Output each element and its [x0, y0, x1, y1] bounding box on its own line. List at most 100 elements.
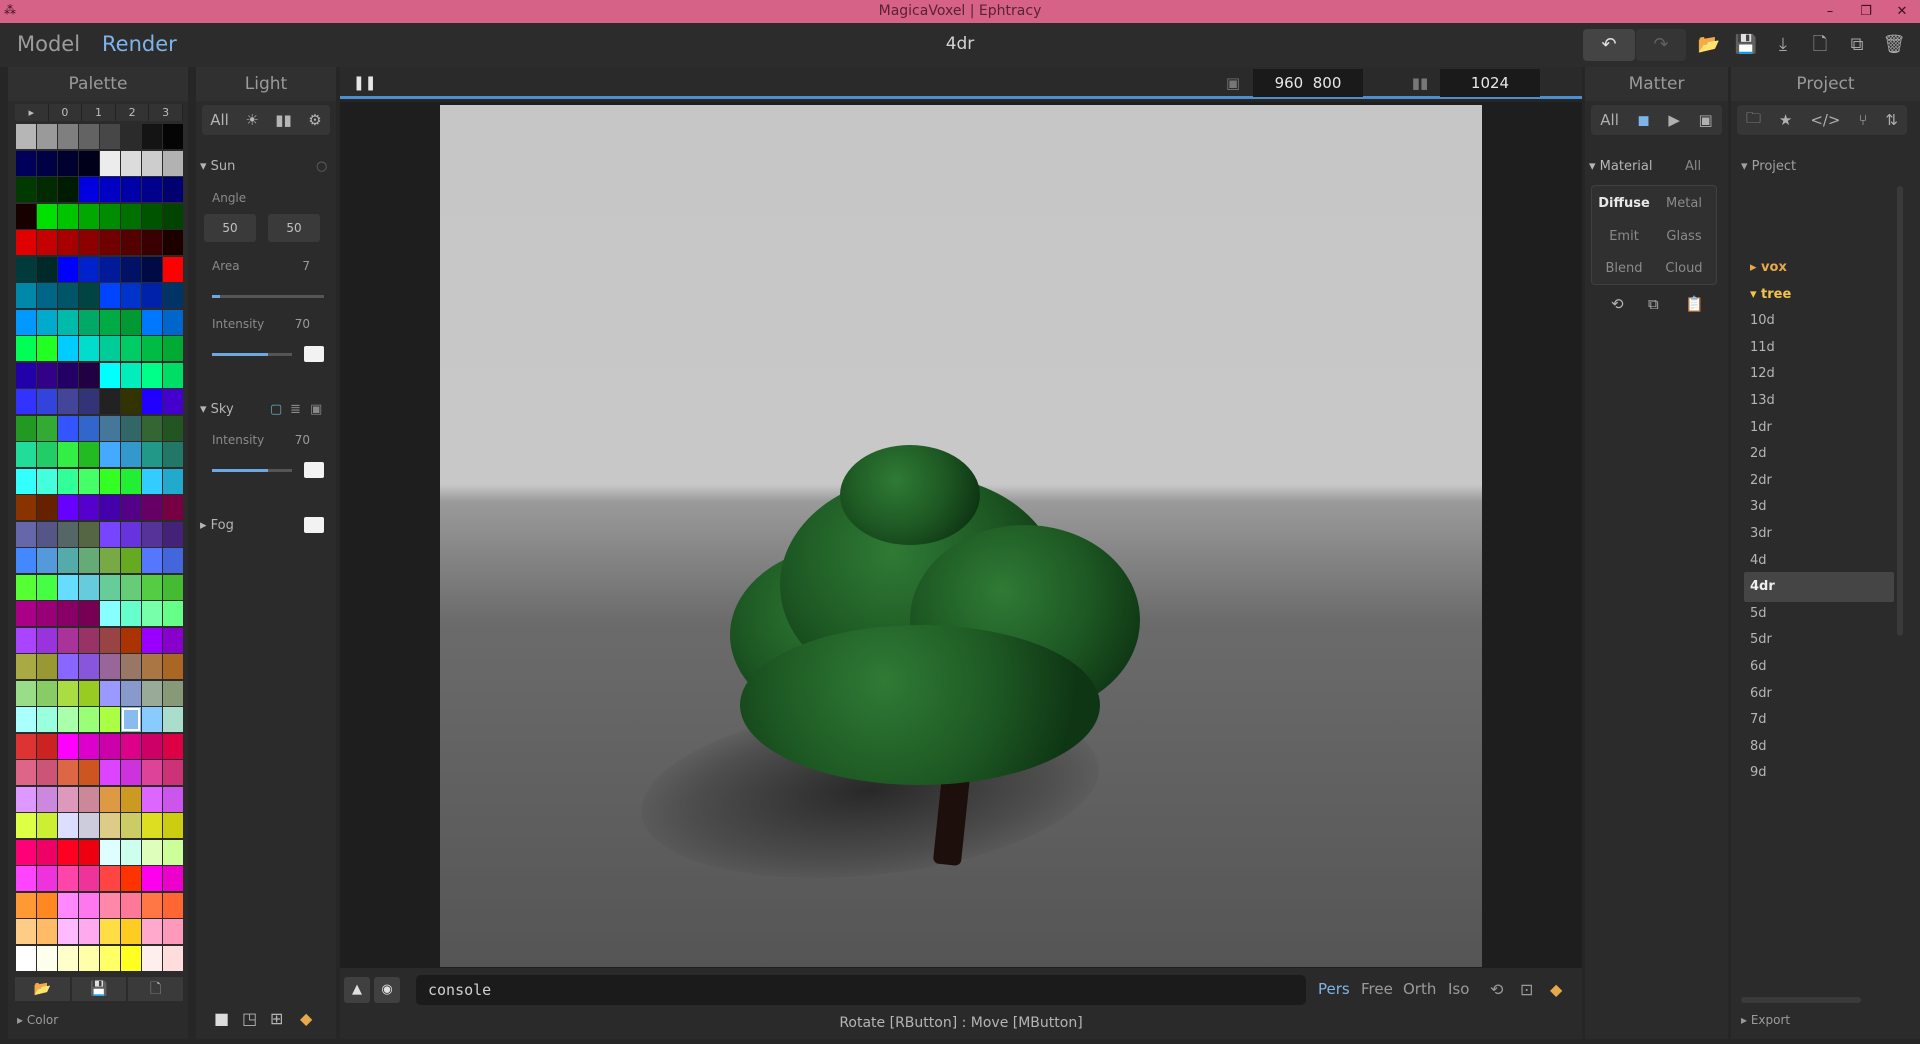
palette-swatch[interactable]: [142, 574, 162, 600]
palette-swatch[interactable]: [58, 680, 78, 706]
palette-swatch[interactable]: [142, 548, 162, 573]
area-value[interactable]: 7: [270, 259, 310, 273]
project-item[interactable]: 3d: [1744, 492, 1894, 522]
palette-swatch[interactable]: [16, 760, 36, 785]
grid-view-icon[interactable]: ⊞: [270, 1009, 283, 1028]
palette-swatch[interactable]: [142, 309, 162, 335]
palette-swatch[interactable]: [121, 733, 141, 759]
palette-swatch[interactable]: [79, 813, 99, 838]
palette-swatch[interactable]: [37, 124, 57, 149]
palette-swatch[interactable]: [16, 839, 36, 865]
palette-swatch[interactable]: [79, 786, 99, 812]
fog-color-swatch[interactable]: [304, 517, 324, 533]
palette-swatch[interactable]: [100, 707, 120, 732]
palette-swatch[interactable]: [79, 336, 99, 361]
palette-swatch[interactable]: [58, 627, 78, 653]
console-input[interactable]: console: [416, 975, 1306, 1005]
render-height[interactable]: 800: [1313, 74, 1342, 92]
palette-swatch[interactable]: [79, 468, 99, 494]
palette-swatch[interactable]: [163, 256, 183, 282]
palette-swatch[interactable]: [163, 442, 183, 467]
palette-swatch[interactable]: [16, 150, 36, 176]
project-item[interactable]: 12d: [1744, 359, 1894, 389]
palette-swatch[interactable]: [121, 230, 141, 255]
palette-swatch[interactable]: [163, 601, 183, 626]
palette-swatch[interactable]: [58, 309, 78, 335]
palette-tab-2[interactable]: 2: [115, 104, 150, 121]
image-filter-icon[interactable]: ▣: [1699, 111, 1713, 129]
reset-camera-icon[interactable]: ⟲: [1490, 980, 1503, 999]
palette-swatch[interactable]: [121, 415, 141, 441]
sky-color-swatch[interactable]: [304, 462, 324, 478]
palette-swatch[interactable]: [163, 177, 183, 202]
palette-swatch[interactable]: [100, 442, 120, 467]
palette-swatch[interactable]: [16, 866, 36, 891]
material-emit[interactable]: Emit: [1594, 221, 1654, 253]
palette-swatch[interactable]: [37, 839, 57, 865]
palette-swatch[interactable]: [58, 495, 78, 520]
palette-swatch[interactable]: [142, 495, 162, 520]
palette-swatch[interactable]: [100, 866, 120, 891]
download-icon[interactable]: ⤓: [1767, 29, 1799, 61]
palette-swatch[interactable]: [163, 389, 183, 414]
angle-b-input[interactable]: 50: [268, 214, 320, 242]
palette-swatch[interactable]: [121, 309, 141, 335]
material-all-toggle[interactable]: All: [1685, 159, 1701, 174]
palette-swatch[interactable]: [37, 389, 57, 414]
project-scrollbar-vertical[interactable]: [1897, 186, 1903, 636]
palette-swatch[interactable]: [142, 283, 162, 308]
palette-swatch[interactable]: [79, 733, 99, 759]
palette-swatch[interactable]: [163, 680, 183, 706]
palette-swatch[interactable]: [121, 627, 141, 653]
palette-swatch[interactable]: [100, 760, 120, 785]
palette-swatch[interactable]: [121, 813, 141, 838]
palette-swatch[interactable]: [79, 442, 99, 467]
palette-swatch[interactable]: [58, 362, 78, 388]
palette-swatch[interactable]: [121, 177, 141, 202]
palette-swatch[interactable]: [58, 177, 78, 202]
palette-swatch[interactable]: [79, 760, 99, 785]
palette-save-icon[interactable]: 💾: [71, 977, 127, 1001]
palette-swatch[interactable]: [163, 548, 183, 573]
project-item[interactable]: 8d: [1744, 732, 1894, 762]
render-width[interactable]: 960: [1275, 74, 1304, 92]
project-item[interactable]: 5d: [1744, 599, 1894, 629]
palette-swatch[interactable]: [37, 654, 57, 679]
palette-swatch[interactable]: [163, 124, 183, 149]
project-scrollbar-horizontal[interactable]: [1741, 997, 1861, 1003]
palette-swatch[interactable]: [79, 654, 99, 679]
palette-swatch[interactable]: [58, 892, 78, 918]
palette-swatch[interactable]: [163, 495, 183, 520]
palette-swatch[interactable]: [16, 203, 36, 229]
palette-swatch[interactable]: [79, 230, 99, 255]
export-section-toggle[interactable]: ▸ Export: [1741, 1013, 1790, 1027]
palette-swatch[interactable]: [79, 283, 99, 308]
palette-swatch[interactable]: [163, 283, 183, 308]
sky-intensity-value[interactable]: 70: [270, 433, 310, 447]
palette-swatch[interactable]: [58, 601, 78, 626]
palette-swatch[interactable]: [58, 415, 78, 441]
palette-swatch[interactable]: [100, 150, 120, 176]
palette-swatch[interactable]: [58, 654, 78, 679]
palette-swatch[interactable]: [121, 336, 141, 361]
material-cloud[interactable]: Cloud: [1654, 253, 1714, 285]
palette-swatch[interactable]: [79, 680, 99, 706]
palette-swatch[interactable]: [163, 336, 183, 361]
palette-swatch[interactable]: [58, 230, 78, 255]
frame-icon[interactable]: ⊡: [1520, 980, 1533, 999]
palette-swatch[interactable]: [37, 627, 57, 653]
samples-chart-icon[interactable]: ▮▮: [1407, 71, 1433, 95]
palette-tab-0[interactable]: 0: [48, 104, 83, 121]
palette-swatch[interactable]: [121, 548, 141, 573]
palette-swatch[interactable]: [163, 839, 183, 865]
palette-swatch[interactable]: [37, 309, 57, 335]
palette-swatch[interactable]: [58, 866, 78, 891]
palette-swatch[interactable]: [142, 760, 162, 785]
palette-swatch[interactable]: [121, 945, 141, 971]
palette-swatch[interactable]: [121, 362, 141, 388]
palette-swatch[interactable]: [37, 919, 57, 944]
palette-swatch[interactable]: [163, 733, 183, 759]
palette-swatch[interactable]: [121, 256, 141, 282]
project-item[interactable]: 11d: [1744, 333, 1894, 363]
color-section-toggle[interactable]: ▸ Color: [17, 1013, 58, 1027]
